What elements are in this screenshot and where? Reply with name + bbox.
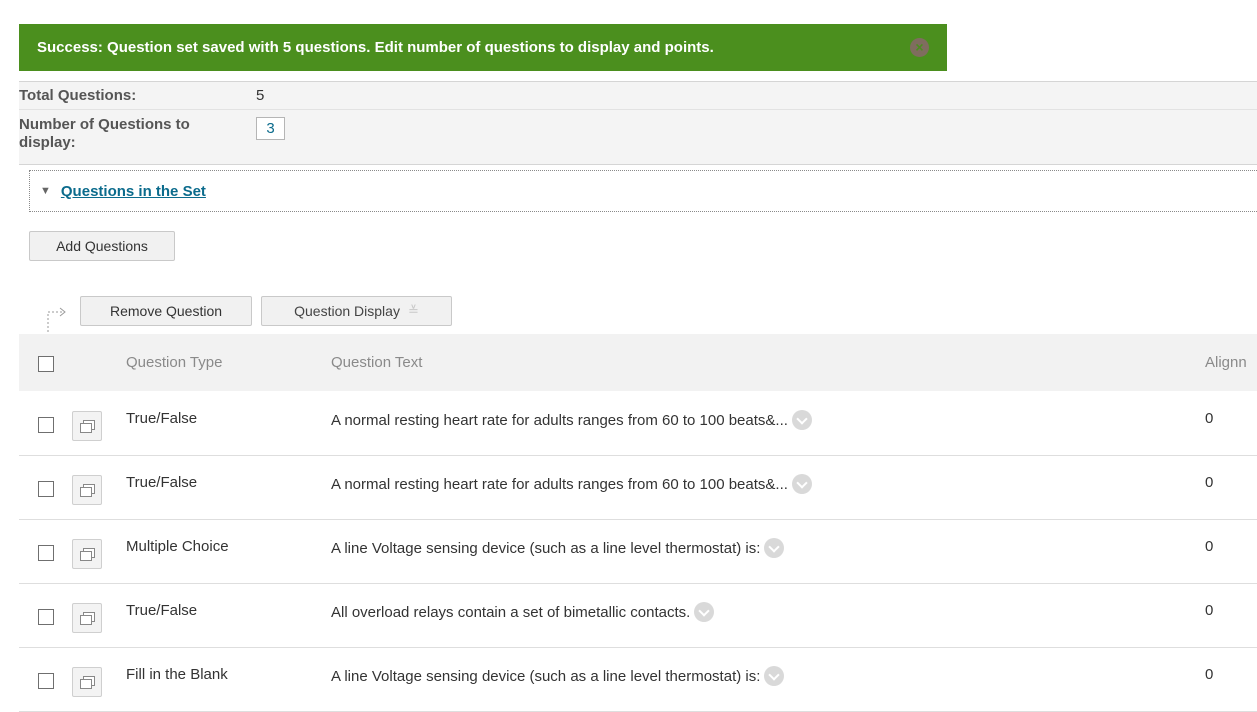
- chevron-double-down-icon: ≚: [407, 303, 419, 318]
- row-checkbox[interactable]: [38, 481, 54, 497]
- question-type: Multiple Choice: [126, 538, 229, 555]
- chevron-down-icon[interactable]: [764, 538, 785, 558]
- question-display-label: Question Display: [294, 303, 400, 319]
- success-banner: Success: Question set saved with 5 quest…: [19, 24, 947, 71]
- chevron-down-icon[interactable]: [694, 602, 715, 622]
- preview-button[interactable]: [72, 475, 102, 505]
- header-alignment[interactable]: Alignn: [1205, 354, 1247, 371]
- question-text-value: A normal resting heart rate for adults r…: [331, 411, 788, 429]
- question-text-value: A normal resting heart rate for adults r…: [331, 475, 788, 493]
- question-type: Fill in the Blank: [126, 666, 228, 683]
- total-questions-value: 5: [256, 87, 265, 104]
- summary-divider: [19, 109, 1257, 110]
- preview-icon: [80, 612, 95, 625]
- add-questions-button[interactable]: Add Questions: [29, 231, 175, 261]
- question-set-summary: Total Questions: 5 Number of Questions t…: [19, 81, 1257, 165]
- question-text-value: All overload relays contain a set of bim…: [331, 603, 691, 621]
- question-type: True/False: [126, 474, 198, 491]
- question-text-value: A line Voltage sensing device (such as a…: [331, 539, 761, 557]
- row-checkbox[interactable]: [38, 417, 54, 433]
- question-type: True/False: [126, 602, 198, 619]
- preview-icon: [80, 676, 95, 689]
- question-text: A normal resting heart rate for adults r…: [331, 410, 812, 430]
- table-row: True/False All overload relays contain a…: [19, 584, 1257, 648]
- chevron-down-icon[interactable]: [764, 666, 785, 686]
- table-header: Question Type Question Text Alignn: [19, 334, 1257, 391]
- alignment-count: 0: [1205, 538, 1214, 555]
- table-row: Fill in the Blank A line Voltage sensing…: [19, 648, 1257, 712]
- preview-button[interactable]: [72, 539, 102, 569]
- remove-question-button[interactable]: Remove Question: [80, 296, 252, 326]
- select-all-checkbox[interactable]: [38, 356, 54, 372]
- question-text: A line Voltage sensing device (such as a…: [331, 666, 785, 686]
- preview-icon: [80, 548, 95, 561]
- chevron-down-icon[interactable]: [791, 474, 812, 494]
- header-question-type[interactable]: Question Type: [126, 354, 222, 371]
- table-row: True/False A normal resting heart rate f…: [19, 392, 1257, 456]
- triangle-down-icon: ▼: [40, 185, 51, 197]
- preview-button[interactable]: [72, 411, 102, 441]
- questions-in-set-link[interactable]: Questions in the Set: [61, 183, 206, 200]
- preview-icon: [80, 420, 95, 433]
- question-text: A line Voltage sensing device (such as a…: [331, 538, 785, 558]
- table-row: True/False A normal resting heart rate f…: [19, 456, 1257, 520]
- alignment-count: 0: [1205, 602, 1214, 619]
- question-text: All overload relays contain a set of bim…: [331, 602, 715, 622]
- question-text-value: A line Voltage sensing device (such as a…: [331, 667, 761, 685]
- success-message: Success: Question set saved with 5 quest…: [37, 39, 714, 56]
- total-questions-label: Total Questions:: [19, 87, 137, 104]
- row-checkbox[interactable]: [38, 673, 54, 689]
- preview-button[interactable]: [72, 603, 102, 633]
- questions-in-set-header[interactable]: ▼ Questions in the Set: [29, 170, 1257, 212]
- table-row: Multiple Choice A line Voltage sensing d…: [19, 520, 1257, 584]
- question-type: True/False: [126, 410, 198, 427]
- bulk-action-arrow-icon: [47, 307, 66, 332]
- display-count-label: Number of Questions to display:: [19, 116, 190, 151]
- row-checkbox[interactable]: [38, 609, 54, 625]
- chevron-down-icon[interactable]: [791, 410, 812, 430]
- question-text: A normal resting heart rate for adults r…: [331, 474, 812, 494]
- display-count-input[interactable]: [256, 117, 285, 140]
- header-question-text[interactable]: Question Text: [331, 354, 422, 371]
- preview-button[interactable]: [72, 667, 102, 697]
- preview-icon: [80, 484, 95, 497]
- alignment-count: 0: [1205, 666, 1214, 683]
- alignment-count: 0: [1205, 410, 1214, 427]
- question-display-button[interactable]: Question Display ≚: [261, 296, 452, 326]
- close-icon[interactable]: ×: [910, 38, 929, 57]
- row-checkbox[interactable]: [38, 545, 54, 561]
- alignment-count: 0: [1205, 474, 1214, 491]
